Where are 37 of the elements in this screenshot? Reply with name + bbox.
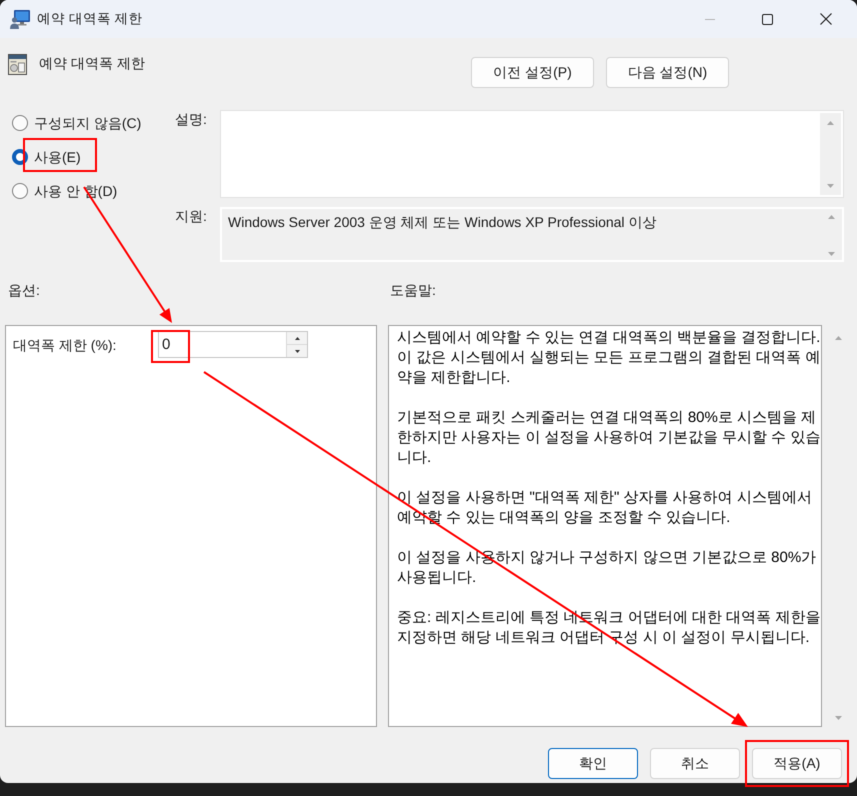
help-paragraph: 시스템에서 예약할 수 있는 연결 대역폭의 백분율을 결정합니다. 이 값은 시스템에서 실행되는 모든 프로그램의 결합된 대역폭 예약을 제한합니다. — [397, 328, 821, 388]
window-icon — [8, 54, 27, 75]
setting-title: 예약 대역폭 제한 — [39, 55, 145, 71]
number-spinner[interactable]: 0 — [158, 331, 308, 358]
window-title: 예약 대역폭 제한 — [37, 11, 143, 27]
radio-label[interactable]: 구성되지 않음(C) — [34, 114, 142, 132]
field-label: 대역폭 제한 (%): — [13, 336, 118, 354]
minimize-icon[interactable] — [705, 18, 715, 20]
scroll-up-icon[interactable] — [834, 336, 842, 340]
scroll-down-icon[interactable] — [834, 716, 842, 720]
previous-setting-button[interactable]: 이전 설정(P) — [471, 57, 594, 88]
support-label: 지원: — [175, 207, 208, 226]
caret-up-icon — [294, 336, 300, 340]
scroll-down-icon[interactable] — [828, 252, 835, 256]
maximize-icon[interactable] — [762, 14, 773, 24]
scroll-up-icon[interactable] — [828, 215, 835, 219]
help-paragraph: 기본적으로 패킷 스케줄러는 연결 대역폭의 80%로 시스템을 제한하지만 사용자는 이 설정을 사용하여 기본값을 무시할 수 있습니다. — [397, 408, 821, 468]
cancel-button[interactable]: 취소 — [650, 748, 740, 779]
spin-up-button[interactable] — [287, 332, 307, 345]
scrollbar-track[interactable] — [820, 113, 841, 195]
computer-icon — [10, 9, 30, 29]
scroll-down-icon[interactable] — [827, 184, 834, 188]
ok-button[interactable]: 확인 — [548, 748, 638, 779]
next-setting-button[interactable]: 다음 설정(N) — [606, 57, 729, 88]
scroll-up-icon[interactable] — [827, 121, 834, 125]
radio-label[interactable]: 사용(E) — [34, 148, 81, 166]
support-text: Windows Server 2003 운영 체제 또는 Windows XP Professional 이상 — [228, 213, 658, 232]
close-icon[interactable] — [820, 13, 832, 25]
apply-button[interactable]: 적용(A) — [752, 748, 842, 779]
description-label: 설명: — [175, 110, 208, 129]
help-label: 도움말: — [390, 282, 436, 298]
radio-button[interactable] — [12, 115, 28, 131]
radio-button[interactable] — [12, 183, 28, 199]
options-label: 옵션: — [8, 282, 40, 298]
caret-down-icon — [294, 350, 300, 352]
spin-down-button[interactable] — [287, 345, 307, 357]
highlight-box — [151, 330, 190, 363]
